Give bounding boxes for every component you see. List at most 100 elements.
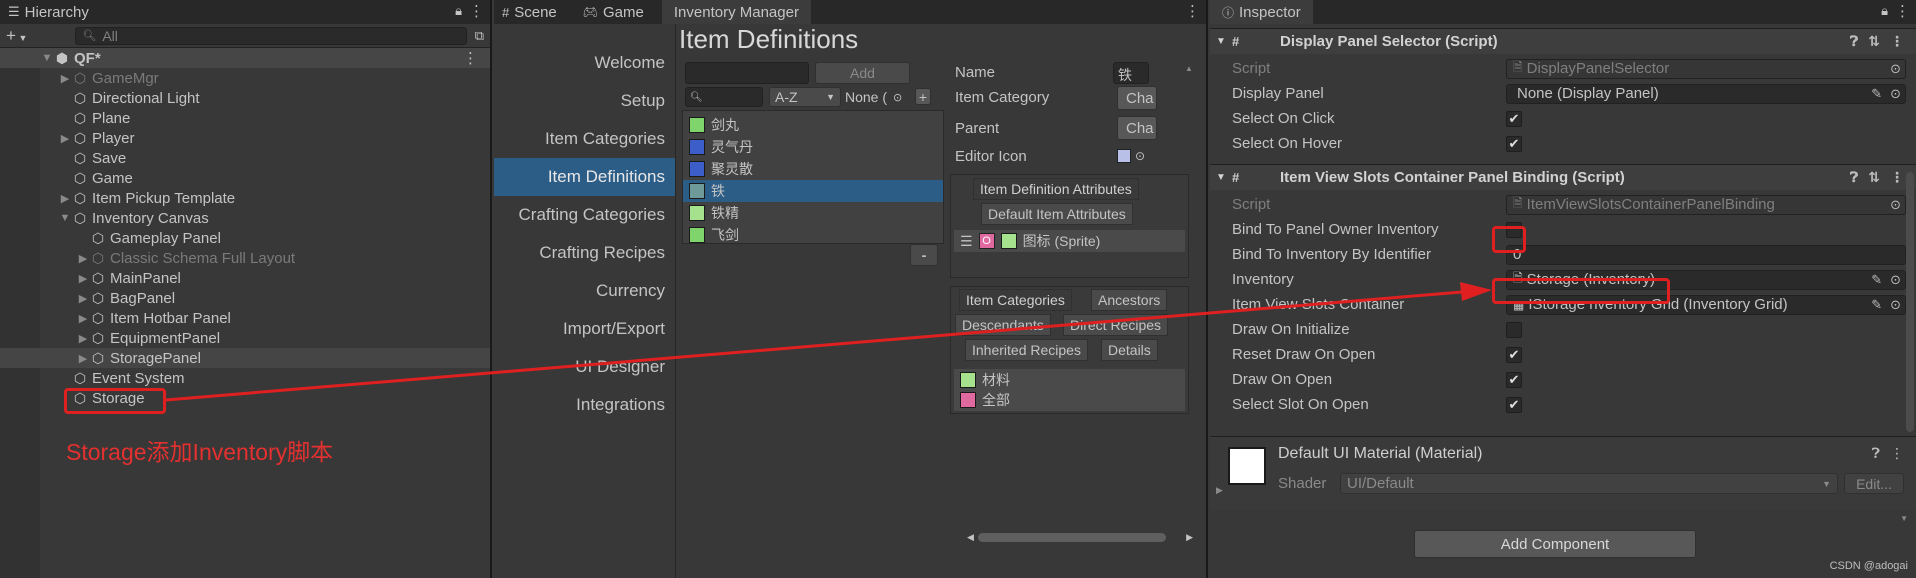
panel-binding-header[interactable]: ▼ # Item View Slots Container Panel Bind… xyxy=(1210,164,1916,190)
horizontal-scrollbar[interactable]: ◀ ▶ xyxy=(967,531,1193,543)
hierarchy-row[interactable]: ▶ ⬡ StoragePanel xyxy=(0,348,490,368)
collapse-arrow-icon[interactable]: ▶ xyxy=(58,132,72,145)
component-menu-icon[interactable]: ⋮ xyxy=(1890,169,1904,186)
expand-arrow-icon[interactable]: ▼ xyxy=(40,52,54,64)
nav-item[interactable]: Item Definitions xyxy=(494,158,675,196)
scene-menu-icon[interactable]: ⋮ xyxy=(463,49,478,67)
object-field[interactable]: None (Display Panel) ✎ ⊙ xyxy=(1506,83,1906,104)
scrollbar-thumb[interactable] xyxy=(977,532,1167,542)
hierarchy-row[interactable]: ▶ ⬡ GameMgr xyxy=(0,68,490,88)
tab-game[interactable]: 🎮︎ Game xyxy=(575,0,652,24)
list-item[interactable]: 聚灵散 xyxy=(683,158,943,180)
tab-inherited-recipes[interactable]: Inherited Recipes xyxy=(965,339,1088,361)
object-picker-icon[interactable]: ⊙ xyxy=(1890,61,1901,77)
object-picker-icon[interactable]: ⊙ xyxy=(1890,297,1901,313)
list-item[interactable]: 剑丸 xyxy=(683,114,943,136)
object-picker-icon[interactable]: ⊙ xyxy=(893,91,902,104)
add-button[interactable]: Add xyxy=(815,62,910,84)
list-item[interactable]: 铁精 xyxy=(683,202,943,224)
hierarchy-row[interactable]: ▶ ⬡ EquipmentPanel xyxy=(0,328,490,348)
list-item[interactable]: 铁 xyxy=(683,180,943,202)
category-row[interactable]: 材料 xyxy=(954,370,1185,390)
hierarchy-row[interactable]: ▶ ⬡ MainPanel xyxy=(0,268,490,288)
foldout-arrow-icon[interactable]: ▼ xyxy=(1210,172,1232,183)
collapse-arrow-icon[interactable]: ▶ xyxy=(76,352,90,365)
help-icon[interactable]: ❓︎ xyxy=(1872,445,1880,462)
nav-item[interactable]: UI Designer xyxy=(494,348,675,386)
hierarchy-row[interactable]: ▶ ⬡ Item Hotbar Panel xyxy=(0,308,490,328)
checkbox-checked[interactable]: ✔ xyxy=(1506,371,1522,388)
pencil-icon[interactable]: ✎ xyxy=(1871,86,1882,102)
collapse-arrow-icon[interactable]: ▶ xyxy=(76,252,90,265)
scene-root-row[interactable]: ▼ ⬢ QF* ⋮ xyxy=(0,48,490,68)
pencil-icon[interactable]: ✎ xyxy=(1871,297,1882,313)
object-field[interactable]: ▦ IStorage nventory Grid (Inventory Grid)… xyxy=(1506,294,1906,315)
tab-hierarchy[interactable]: ☰ Hierarchy xyxy=(0,0,97,24)
inspector-scrollbar[interactable] xyxy=(1906,172,1914,432)
shader-dropdown[interactable]: UI/Default ▼ xyxy=(1340,473,1838,494)
text-field[interactable]: 0 xyxy=(1506,244,1906,265)
display-panel-selector-header[interactable]: ▼ # Display Panel Selector (Script) ❓︎ ⇅… xyxy=(1210,28,1916,54)
collapse-arrow-icon[interactable]: ▶ xyxy=(76,292,90,305)
tab-descendants[interactable]: Descendants xyxy=(955,314,1051,336)
nav-item[interactable]: Crafting Recipes xyxy=(494,234,675,272)
hierarchy-row[interactable]: ⬡ Plane xyxy=(0,108,490,128)
hierarchy-row[interactable]: ▶ ⬡ Player xyxy=(0,128,490,148)
lock-icon[interactable]: 🔒︎ xyxy=(455,3,462,19)
checkbox-checked[interactable]: ✔ xyxy=(1506,346,1522,363)
collapse-arrow-icon[interactable]: ▶ xyxy=(76,272,90,285)
plus-button[interactable]: + xyxy=(915,88,931,105)
scroll-right-icon[interactable]: ▶ xyxy=(1186,532,1193,543)
hierarchy-row[interactable]: ⬡ Event System xyxy=(0,368,490,388)
nav-item[interactable]: Integrations xyxy=(494,386,675,424)
tab-ancestors[interactable]: Ancestors xyxy=(1091,289,1168,311)
hierarchy-row[interactable]: ▼ ⬡ Inventory Canvas xyxy=(0,208,490,228)
object-field[interactable]: 🗎︎ Storage (Inventory) ✎ ⊙ xyxy=(1506,269,1906,290)
nav-item[interactable]: Item Categories xyxy=(494,120,675,158)
hierarchy-row[interactable]: ▶ ⬡ Item Pickup Template xyxy=(0,188,490,208)
component-menu-icon[interactable]: ⋮ xyxy=(1890,33,1904,50)
preset-icon[interactable]: ⇅ xyxy=(1868,33,1880,50)
object-picker-icon[interactable]: ⊙ xyxy=(1135,149,1145,163)
hierarchy-row[interactable]: ⬡ Directional Light xyxy=(0,88,490,108)
collapse-arrow-icon[interactable]: ▶ xyxy=(76,332,90,345)
nav-item[interactable]: Import/Export xyxy=(494,310,675,348)
checkbox-unchecked[interactable] xyxy=(1506,321,1522,338)
hierarchy-row[interactable]: ⬡ Gameplay Panel xyxy=(0,228,490,248)
edit-shader-button[interactable]: Edit... xyxy=(1844,473,1904,494)
nav-item[interactable]: Crafting Categories xyxy=(494,196,675,234)
inspector-menu-icon[interactable]: ⋮ xyxy=(1895,2,1910,20)
tab-direct-recipes[interactable]: Direct Recipes xyxy=(1063,314,1169,336)
object-picker-icon[interactable]: ⊙ xyxy=(1890,86,1901,102)
tab-inspector[interactable]: ⓘ Inspector xyxy=(1210,0,1313,24)
help-icon[interactable]: ❓︎ xyxy=(1850,169,1858,186)
lock-icon[interactable]: 🔒︎ xyxy=(1881,3,1888,19)
category-filter-field[interactable]: None ( ⊙ xyxy=(845,87,909,107)
tab-scene[interactable]: # Scene xyxy=(494,0,565,24)
tab-item-categories[interactable]: Item Categories xyxy=(959,289,1072,311)
tab-default-item-attributes[interactable]: Default Item Attributes xyxy=(981,203,1133,225)
checkbox-checked[interactable]: ✔ xyxy=(1506,135,1522,152)
tab-inventory-manager[interactable]: Inventory Manager xyxy=(661,0,811,24)
scroll-left-icon[interactable]: ◀ xyxy=(967,532,974,543)
checkbox-checked[interactable]: ✔ xyxy=(1506,396,1522,413)
nav-item[interactable]: Currency xyxy=(494,272,675,310)
change-category-button[interactable]: Cha xyxy=(1117,86,1157,110)
editor-icon-field[interactable]: ⊙ xyxy=(1117,147,1155,165)
material-menu-icon[interactable]: ⋮ xyxy=(1890,445,1904,462)
new-item-name-input[interactable] xyxy=(685,62,809,84)
foldout-arrow-icon[interactable]: ▶ xyxy=(1216,485,1223,496)
checkbox-checked[interactable]: ✔ xyxy=(1506,110,1522,127)
collapse-arrow-icon[interactable]: ▶ xyxy=(76,312,90,325)
hierarchy-row[interactable]: ▶ ⬡ BagPanel xyxy=(0,288,490,308)
tab-details[interactable]: Details xyxy=(1101,339,1158,361)
category-row[interactable]: 全部 xyxy=(954,390,1185,410)
help-icon[interactable]: ❓︎ xyxy=(1850,33,1858,50)
sort-dropdown[interactable]: A-Z ▼ xyxy=(769,87,841,107)
checkbox-unchecked[interactable] xyxy=(1506,221,1522,238)
scene-visibility-icon[interactable]: ⧉ xyxy=(475,28,484,44)
expand-arrow-icon[interactable]: ▼ xyxy=(58,212,72,224)
hierarchy-search-input[interactable]: 🔍︎ All xyxy=(75,26,467,45)
attribute-row[interactable]: ☰ O 图标 (Sprite) xyxy=(954,230,1185,252)
list-item[interactable]: 飞剑 xyxy=(683,224,943,246)
